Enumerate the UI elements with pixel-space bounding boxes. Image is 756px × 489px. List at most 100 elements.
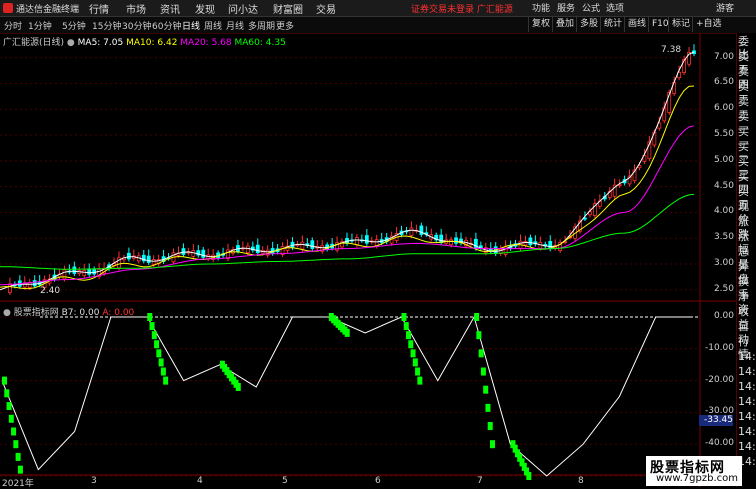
multi-stock-button[interactable]: 多股	[576, 17, 601, 32]
candle-down	[454, 237, 458, 244]
candle-up	[409, 227, 414, 236]
period-tab-more[interactable]: 更多	[276, 19, 294, 32]
indicator-bar	[483, 385, 489, 394]
indicator-bar	[489, 440, 495, 449]
indicator-bar	[417, 376, 423, 385]
statistics-button[interactable]: 统计	[600, 17, 625, 32]
time-axis: 2021年 3 4 5 6 7 8	[0, 476, 736, 489]
menu-wealth[interactable]: 财富圈	[273, 1, 303, 16]
period-tab-intraday[interactable]: 分时	[4, 19, 22, 32]
candle-up	[151, 259, 156, 265]
candle-down	[146, 255, 151, 263]
menu-discover[interactable]: 发现	[195, 1, 215, 16]
indicator-tick-label: -40.00	[704, 438, 734, 449]
candle-down	[255, 244, 260, 254]
side-panel-label: 14:5	[738, 425, 756, 438]
indicator-bar	[154, 340, 160, 349]
indicator-tick-label: 0.00	[713, 311, 734, 321]
indicator-bar	[415, 367, 421, 376]
app-title: 通达信金融终端	[16, 5, 80, 15]
menu-ask[interactable]: 问小达	[228, 1, 258, 16]
indicator-tick-label: -20.00	[704, 374, 734, 385]
period-tab-30min[interactable]: 30分钟	[122, 19, 151, 32]
indicator-bar	[344, 328, 350, 337]
quote-side-panel: 委比 卖五 卖四 卖三 卖二 卖一 买一 买二 买三 买四 买五 现价 涨跌 涨幅 总量 外盘 换手 净资 收益 自动…	[736, 33, 756, 487]
indicator-bar	[478, 349, 484, 358]
indicator-bar	[474, 313, 480, 321]
period-tab-60min[interactable]: 60分钟	[152, 19, 181, 32]
restore-rights-button[interactable]: 复权	[528, 17, 553, 32]
side-panel-label: 14:5	[738, 380, 756, 393]
indicator-bar	[11, 427, 17, 436]
y-tick-label: 3.00	[713, 258, 734, 269]
overlay-button[interactable]: 叠加	[552, 17, 577, 32]
indicator-bar	[412, 358, 418, 367]
ma5-line	[0, 51, 695, 291]
indicator-bar	[487, 422, 493, 431]
period-tab-multi[interactable]: 多周期	[248, 19, 275, 32]
cursor-value-badge: -33.45	[699, 415, 733, 426]
indicator-bar	[147, 313, 153, 321]
indicator-bar	[8, 414, 14, 423]
indicator-bar	[235, 382, 241, 391]
y-tick-label: 6.50	[713, 77, 734, 88]
menu-news[interactable]: 资讯	[160, 1, 180, 16]
indicator-bar	[163, 376, 169, 385]
x-tick-label: 6	[375, 476, 381, 486]
side-panel-label: 14:5	[738, 395, 756, 408]
period-tab-monthly[interactable]: 月线	[226, 19, 244, 32]
menu-trade[interactable]: 交易	[316, 1, 336, 16]
candle-down	[201, 249, 206, 258]
chart-canvas[interactable]	[0, 33, 736, 487]
menu-formula[interactable]: 公式	[582, 1, 600, 14]
menu-bar: 通达信金融终端 行情 市场 资讯 发现 问小达 财富圈 交易 证券交易未登录 广…	[0, 0, 756, 17]
candle-up	[300, 241, 305, 250]
watermark-url: www.7gpzb.com	[656, 473, 738, 484]
indicator-bar	[401, 313, 407, 321]
candle-up	[62, 269, 67, 280]
indicator-bar	[156, 349, 162, 358]
y-tick-label: 7.00	[713, 51, 734, 62]
indicator-bar	[13, 440, 19, 449]
indicator-bar	[17, 465, 23, 474]
ma20-line	[0, 125, 695, 286]
indicator-bar	[15, 452, 21, 461]
side-panel-label: 14:5	[738, 440, 756, 453]
side-panel-label: 14:5	[738, 350, 756, 363]
period-tab-15min[interactable]: 15分钟	[92, 19, 121, 32]
period-tab-weekly[interactable]: 周线	[204, 19, 222, 32]
candle-up	[82, 270, 87, 276]
menu-market[interactable]: 市场	[126, 1, 146, 16]
side-panel-label: 14:5	[738, 365, 756, 378]
login-notice[interactable]: 证券交易未登录 广汇能源	[411, 2, 513, 15]
indicator-bar	[151, 331, 157, 340]
y-tick-label: 6.00	[713, 103, 734, 114]
mark-button[interactable]: 标记	[668, 17, 693, 32]
y-tick-label: 5.00	[713, 154, 734, 165]
candle-down	[181, 248, 186, 255]
candle-down	[439, 234, 444, 244]
draw-line-button[interactable]: 画线	[624, 17, 649, 32]
candle-up	[449, 239, 454, 246]
menu-market-quotes[interactable]: 行情	[89, 1, 109, 16]
period-tab-daily[interactable]: 日线	[182, 19, 200, 32]
low-price-label: 2.40	[40, 286, 61, 296]
x-tick-label: 7	[477, 476, 483, 486]
period-toolbar: 分时 1分钟 5分钟 15分钟 30分钟 60分钟 日线 周线 月线 多周期 更…	[0, 17, 756, 34]
menu-service[interactable]: 服务	[557, 1, 575, 14]
add-watchlist-button[interactable]: +自选	[692, 17, 725, 32]
candle-down	[87, 268, 92, 275]
user-label[interactable]: 游客	[716, 1, 734, 14]
y-tick-label: 5.50	[713, 129, 734, 140]
y-tick-label: 2.50	[713, 283, 734, 294]
x-tick-label: 2021年	[2, 479, 34, 489]
candle-up	[8, 283, 12, 293]
indicator-bar	[408, 340, 414, 349]
indicator-bar	[480, 367, 486, 376]
x-tick-label: 4	[197, 476, 203, 486]
period-tab-5min[interactable]: 5分钟	[62, 19, 86, 32]
menu-options[interactable]: 选项	[606, 1, 624, 14]
period-tab-1min[interactable]: 1分钟	[28, 19, 52, 32]
app-logo-icon	[3, 3, 13, 13]
menu-function[interactable]: 功能	[532, 1, 550, 14]
